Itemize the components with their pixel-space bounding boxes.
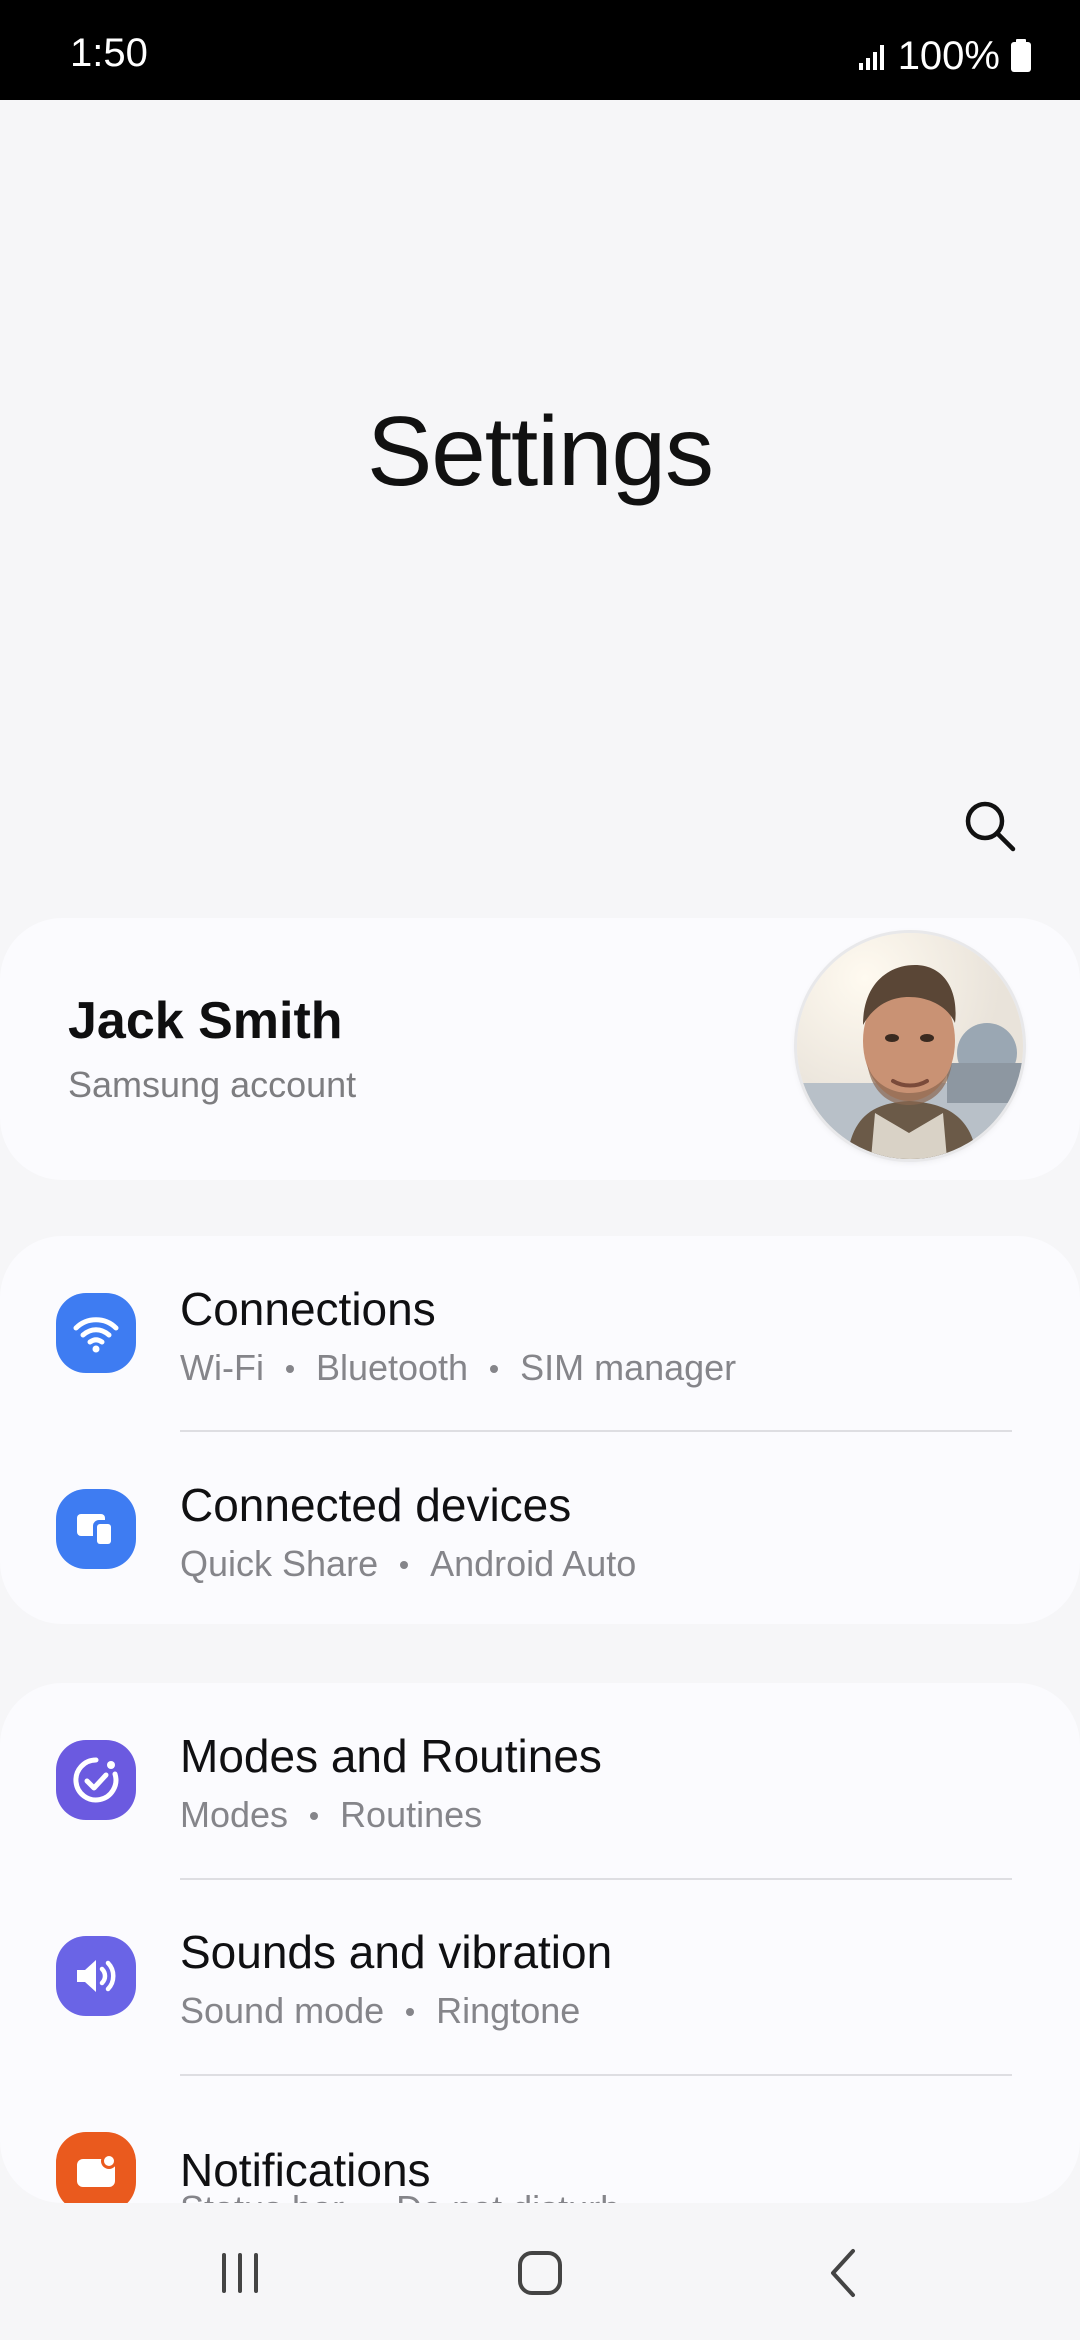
avatar[interactable] bbox=[797, 933, 1023, 1159]
settings-item-title: Modes and Routines bbox=[180, 1730, 602, 1782]
status-indicators: 100% bbox=[858, 36, 1032, 76]
subtitle-part: Bluetooth bbox=[315, 1347, 469, 1388]
subtitle-part: Do not disturb bbox=[396, 2191, 620, 2204]
wifi-icon bbox=[56, 1293, 136, 1373]
subtitle-part: Status bar bbox=[180, 2191, 344, 2204]
settings-item-subtitle: Wi-Fi Bluetooth SIM manager bbox=[180, 1350, 736, 1386]
recents-button[interactable] bbox=[210, 2243, 270, 2303]
modes-routines-icon bbox=[56, 1740, 136, 1820]
status-time: 1:50 bbox=[70, 31, 148, 75]
settings-item-sounds-and-vibration[interactable]: Sounds and vibration Sound mode Ringtone bbox=[0, 1879, 1080, 2075]
subtitle-part: Routines bbox=[340, 1794, 483, 1835]
settings-item-title: Connections bbox=[180, 1283, 436, 1335]
settings-item-connections[interactable]: Connections Wi-Fi Bluetooth SIM manager bbox=[0, 1236, 1080, 1432]
settings-item-notifications[interactable]: Notifications Status bar Do not disturb bbox=[0, 2075, 1080, 2203]
recents-icon bbox=[222, 2253, 258, 2293]
subtitle-part: Quick Share bbox=[180, 1543, 379, 1584]
settings-item-title: Connected devices bbox=[180, 1479, 572, 1531]
signal-icon bbox=[858, 41, 888, 71]
search-button[interactable] bbox=[960, 796, 1020, 856]
page-title: Settings bbox=[366, 396, 714, 506]
search-icon bbox=[965, 801, 1016, 852]
separator-dot bbox=[310, 1812, 319, 1820]
settings-item-modes-and-routines[interactable]: Modes and Routines Modes Routines bbox=[0, 1683, 1080, 1879]
settings-item-subtitle: Modes Routines bbox=[180, 1797, 482, 1833]
navigation-bar bbox=[0, 2203, 1080, 2340]
settings-item-title: Notifications bbox=[180, 2144, 431, 2196]
separator-dot bbox=[490, 1365, 499, 1373]
settings-item-subtitle: Status bar Do not disturb bbox=[180, 2191, 620, 2204]
home-button[interactable] bbox=[510, 2243, 570, 2303]
separator-dot bbox=[285, 1365, 294, 1373]
settings-item-title: Sounds and vibration bbox=[180, 1926, 613, 1978]
battery-icon bbox=[1010, 39, 1032, 73]
connected-devices-icon bbox=[56, 1489, 136, 1569]
profile-photo bbox=[797, 933, 1023, 1159]
battery-percent: 100% bbox=[897, 34, 1000, 78]
subtitle-part: Android Auto bbox=[430, 1543, 637, 1584]
subtitle-part: Wi-Fi bbox=[180, 1347, 264, 1388]
settings-item-subtitle: Quick Share Android Auto bbox=[180, 1546, 636, 1582]
subtitle-part: SIM manager bbox=[520, 1347, 737, 1388]
subtitle-part: Sound mode bbox=[180, 1990, 385, 2031]
back-icon bbox=[831, 2249, 855, 2297]
settings-item-connected-devices[interactable]: Connected devices Quick Share Android Au… bbox=[0, 1432, 1080, 1628]
account-name: Jack Smith bbox=[68, 992, 343, 1050]
subtitle-part: Modes bbox=[180, 1794, 289, 1835]
settings-item-subtitle: Sound mode Ringtone bbox=[180, 1993, 580, 2029]
status-bar: 1:50 100% bbox=[0, 0, 1080, 100]
back-button[interactable] bbox=[815, 2243, 875, 2303]
subtitle-part: Ringtone bbox=[436, 1990, 581, 2031]
account-subtitle: Samsung account bbox=[68, 1064, 357, 1105]
notifications-icon bbox=[56, 2132, 136, 2203]
sound-icon bbox=[56, 1936, 136, 2016]
separator-dot bbox=[400, 1561, 409, 1569]
home-icon bbox=[518, 2251, 562, 2295]
separator-dot bbox=[406, 2008, 415, 2016]
